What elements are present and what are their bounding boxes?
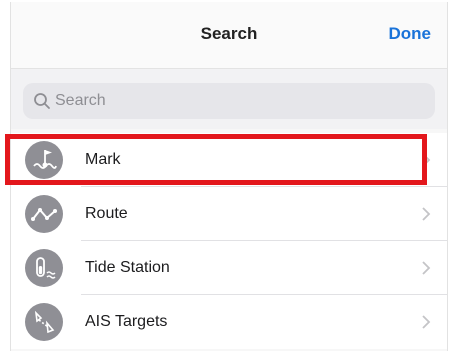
list-item-label: Route [85, 205, 128, 222]
list-item-label: Mark [85, 151, 121, 168]
list-item-mark[interactable]: Mark [11, 133, 447, 187]
page-title: Search [200, 24, 258, 43]
search-category-list: Mark Route Tide Station AIS Targets [11, 133, 447, 349]
tide-station-icon [25, 249, 63, 287]
search-input[interactable] [55, 83, 415, 119]
done-button[interactable]: Done [389, 24, 432, 44]
route-icon [25, 195, 63, 233]
chevron-right-icon [422, 207, 431, 221]
list-item-ais-targets[interactable]: AIS Targets [11, 295, 447, 349]
list-item-route[interactable]: Route [11, 187, 447, 241]
chevron-right-icon [422, 315, 431, 329]
chevron-right-icon [422, 261, 431, 275]
search-icon [34, 93, 50, 109]
list-item-tide-station[interactable]: Tide Station [11, 241, 447, 295]
ais-targets-icon [25, 303, 63, 341]
mark-icon [25, 141, 63, 179]
chevron-right-icon [422, 153, 431, 167]
navigation-bar: Search Done [11, 2, 447, 69]
list-item-label: Tide Station [85, 259, 170, 276]
search-screen: Search Done Mark [10, 2, 448, 351]
list-item-label: AIS Targets [85, 313, 168, 330]
search-bar [11, 69, 447, 129]
search-field[interactable] [23, 83, 435, 119]
